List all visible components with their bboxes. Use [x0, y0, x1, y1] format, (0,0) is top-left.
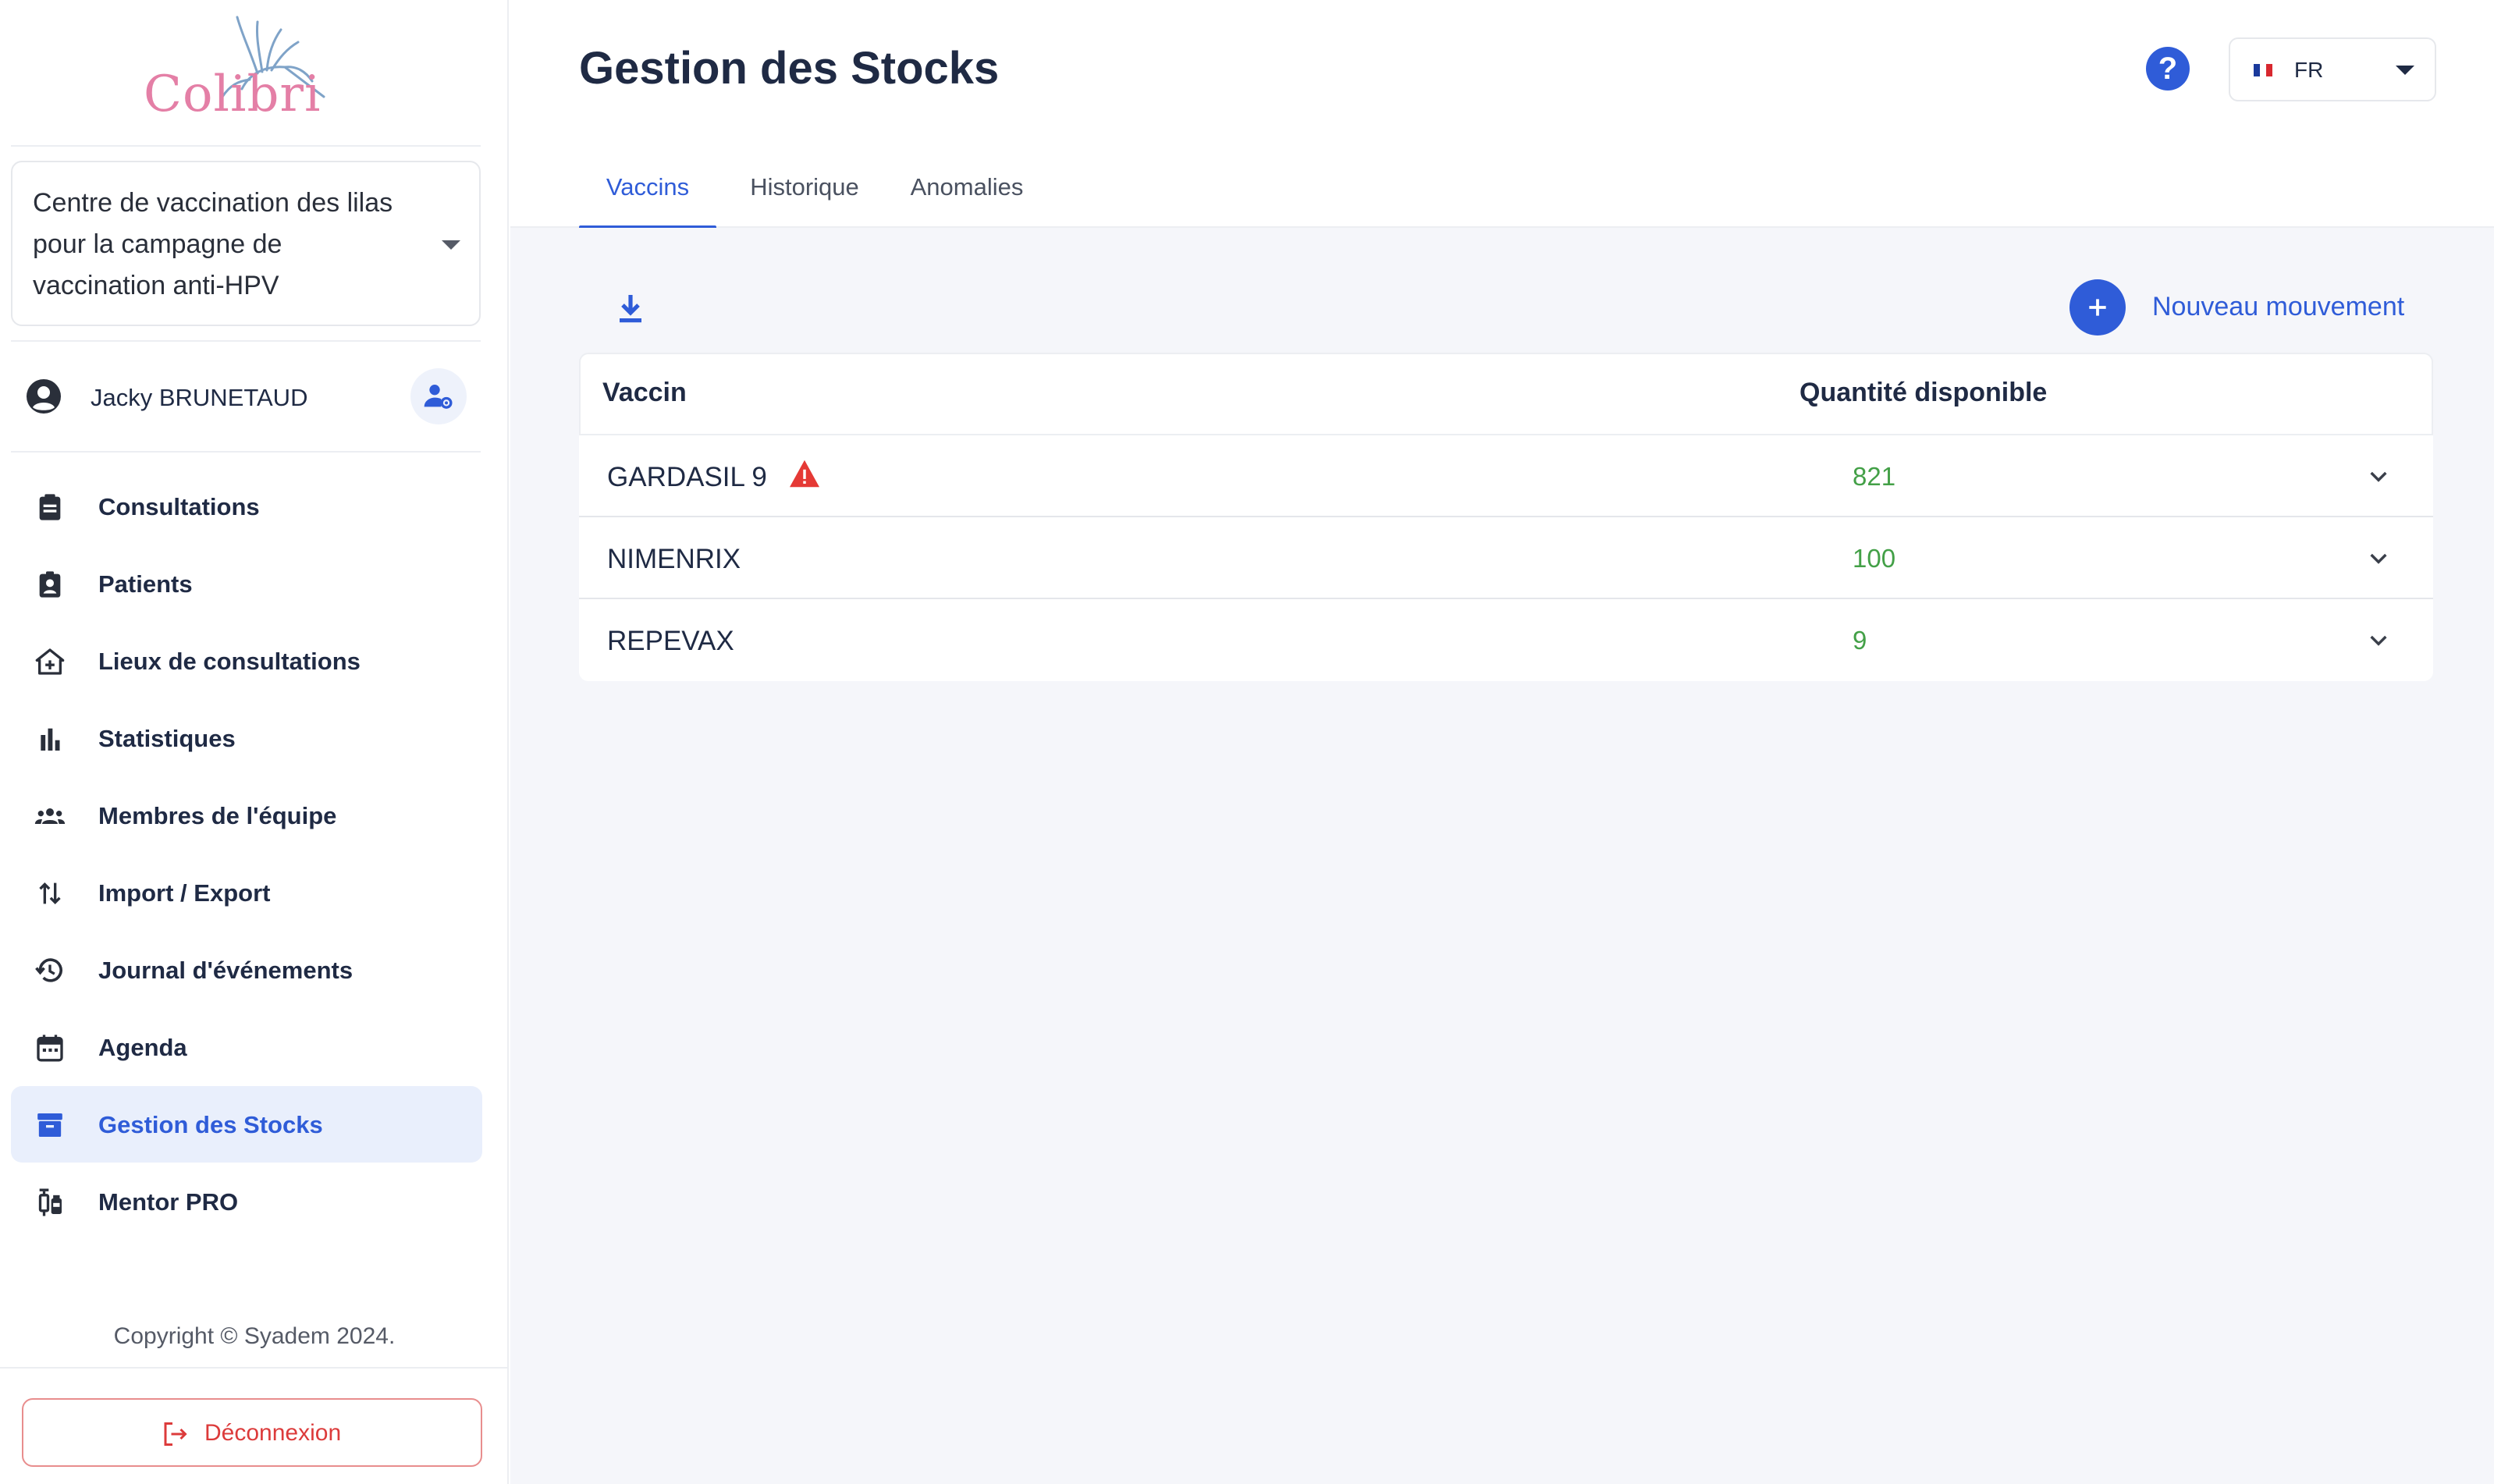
- tab-historique[interactable]: Historique: [737, 156, 872, 228]
- logout-label: Déconnexion: [204, 1420, 342, 1446]
- logo-text: Colibri: [144, 66, 322, 123]
- chevron-down-icon[interactable]: [2366, 463, 2391, 488]
- nav-label: Lieux de consultations: [98, 648, 361, 675]
- syringe-icon: [38, 1188, 62, 1216]
- user-settings-button[interactable]: [410, 368, 467, 424]
- tab-vaccins[interactable]: Vaccins: [579, 156, 716, 229]
- language-select[interactable]: FR: [2229, 37, 2436, 101]
- logout-icon: [164, 1422, 187, 1446]
- quantity-value: 9: [1853, 626, 1867, 655]
- divider: [11, 451, 481, 453]
- tab-label: Anomalies: [910, 173, 1024, 201]
- vaccine-name: GARDASIL 9: [607, 462, 767, 492]
- table-row[interactable]: NIMENRIX 100: [579, 517, 2433, 599]
- user-row: Jacky BRUNETAUD: [11, 367, 481, 428]
- new-movement-label: Nouveau mouvement: [2152, 292, 2405, 321]
- divider: [11, 145, 481, 147]
- nav-item-import-export[interactable]: Import / Export: [11, 854, 482, 931]
- user-gear-icon: [424, 385, 453, 409]
- colibri-logo: Colibri: [133, 11, 343, 128]
- tab-label: Vaccins: [606, 173, 690, 201]
- nav-item-equipe[interactable]: Membres de l'équipe: [11, 777, 482, 854]
- center-select[interactable]: Centre de vaccination des lilas pour la …: [11, 161, 481, 326]
- sidebar: Colibri Centre de vaccination des lilas …: [0, 0, 509, 1484]
- nav-label: Import / Export: [98, 879, 271, 907]
- divider: [11, 340, 481, 342]
- user-circle-icon: [27, 379, 61, 414]
- center-select-value: Centre de vaccination des lilas pour la …: [33, 188, 393, 300]
- user-name: Jacky BRUNETAUD: [91, 384, 308, 411]
- download-button[interactable]: [612, 290, 649, 328]
- plus-icon: [2089, 299, 2106, 316]
- nav-item-mentor-pro[interactable]: Mentor PRO: [11, 1163, 482, 1240]
- tab-label: Historique: [750, 173, 859, 201]
- nav-label: Agenda: [98, 1034, 187, 1061]
- vaccine-name: NIMENRIX: [607, 544, 741, 574]
- table-header: Vaccin Quantité disponible: [579, 353, 2433, 435]
- main-content: Nouveau mouvement Vaccin Quantité dispon…: [510, 228, 2494, 1484]
- calendar-icon: [37, 1035, 63, 1062]
- tab-anomalies[interactable]: Anomalies: [899, 156, 1035, 228]
- nav-label: Membres de l'équipe: [98, 802, 337, 829]
- medical-home-icon: [35, 648, 65, 675]
- vaccine-name: REPEVAX: [607, 626, 734, 656]
- table-row[interactable]: GARDASIL 9 821: [579, 435, 2433, 517]
- nav-item-agenda[interactable]: Agenda: [11, 1009, 482, 1085]
- nav-label: Patients: [98, 570, 193, 598]
- new-movement-button[interactable]: Nouveau mouvement: [2069, 278, 2444, 337]
- plus-circle-icon: [2069, 279, 2126, 335]
- copyright: Copyright © Syadem 2024.: [113, 1323, 396, 1349]
- chevron-down-icon[interactable]: [2366, 545, 2391, 570]
- nav-item-patients[interactable]: Patients: [11, 545, 482, 622]
- main-header: Gestion des Stocks ? FR Vaccins Historiq…: [510, 0, 2494, 229]
- archive-icon: [37, 1113, 62, 1137]
- chevron-down-icon[interactable]: [2366, 627, 2391, 652]
- caret-down-icon: [442, 240, 460, 250]
- divider: [0, 1367, 509, 1369]
- logout-button[interactable]: Déconnexion: [22, 1398, 482, 1467]
- download-icon: [620, 295, 641, 323]
- main-nav: Consultations Patients Lieux de consulta…: [11, 468, 482, 1241]
- bar-chart-icon: [41, 728, 60, 751]
- nav-item-lieux[interactable]: Lieux de consultations: [11, 623, 482, 699]
- nav-item-journal[interactable]: Journal d'événements: [11, 932, 482, 1008]
- flag-fr-icon: [2254, 64, 2272, 76]
- nav-label: Consultations: [98, 493, 260, 520]
- nav-label: Journal d'événements: [98, 957, 353, 984]
- quantity-value: 821: [1853, 462, 1896, 491]
- help-button[interactable]: ?: [2146, 47, 2190, 91]
- nav-item-statistiques[interactable]: Statistiques: [11, 700, 482, 776]
- nav-item-consultations[interactable]: Consultations: [11, 468, 482, 545]
- column-header-vaccin: Vaccin: [602, 378, 687, 407]
- nav-item-gestion-stocks[interactable]: Gestion des Stocks: [11, 1086, 482, 1163]
- quantity-value: 100: [1853, 544, 1896, 573]
- history-icon: [35, 958, 62, 982]
- nav-label: Statistiques: [98, 725, 236, 752]
- team-icon: [34, 808, 66, 824]
- nav-label: Gestion des Stocks: [98, 1111, 323, 1138]
- import-export-icon: [39, 882, 61, 905]
- clipboard-icon: [39, 494, 61, 520]
- caret-down-icon: [2396, 66, 2414, 75]
- stock-table: Vaccin Quantité disponible GARDASIL 9 82…: [579, 353, 2433, 681]
- table-row[interactable]: REPEVAX 9: [579, 599, 2433, 681]
- warning-icon: [790, 460, 819, 488]
- patient-badge-icon: [39, 571, 61, 598]
- language-value: FR: [2294, 58, 2324, 82]
- column-header-quantite: Quantité disponible: [1799, 378, 2048, 407]
- nav-label: Mentor PRO: [98, 1188, 239, 1216]
- page-title: Gestion des Stocks: [579, 43, 1000, 94]
